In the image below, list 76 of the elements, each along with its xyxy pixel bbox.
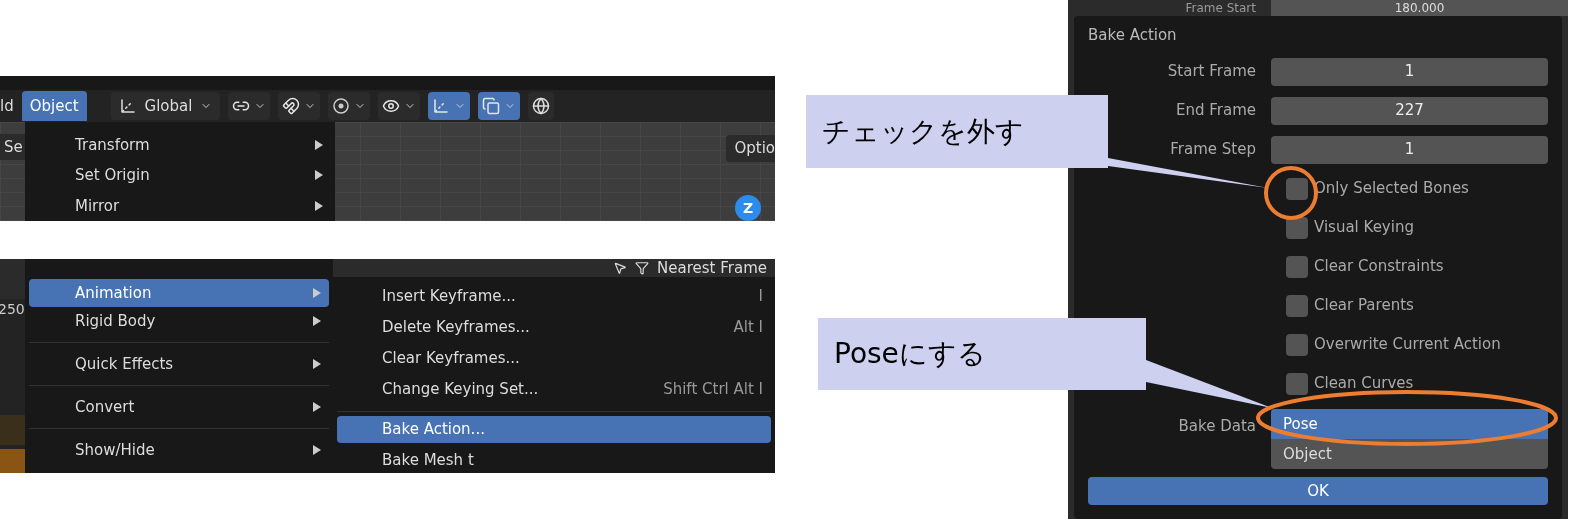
- toolbar-button[interactable]: [528, 92, 555, 120]
- axes-icon: [432, 97, 451, 115]
- checkbox-label: Visual Keying: [1314, 217, 1414, 239]
- checkbox-label: Clear Constraints: [1314, 256, 1444, 278]
- menu-label: ld: [0, 95, 14, 117]
- shortcut-label: Shift Ctrl Alt I: [663, 379, 763, 401]
- menu-item[interactable]: Clear Keyframes...: [337, 345, 771, 372]
- checkbox[interactable]: [1286, 177, 1308, 200]
- options-button[interactable]: Optio: [726, 135, 775, 162]
- field-label: End Frame: [1175, 100, 1257, 122]
- callout-text: チェックを外す: [822, 113, 1024, 150]
- toolbar-toggle[interactable]: [278, 92, 321, 120]
- number-field[interactable]: 1: [1271, 135, 1548, 164]
- menu-item[interactable]: Convert: [29, 393, 329, 421]
- checkbox[interactable]: [1286, 372, 1308, 395]
- z-axis-gizmo: Z: [735, 195, 761, 221]
- filter-icon[interactable]: [635, 261, 650, 275]
- field-label: Start Frame: [1166, 61, 1257, 83]
- shortcut-label: Alt I: [733, 317, 763, 339]
- toolbar-toggle[interactable]: [478, 92, 521, 120]
- toolbar-toggle[interactable]: [428, 92, 471, 120]
- callout-text: Poseにする: [834, 336, 986, 372]
- menu-item[interactable]: Quick Effects: [29, 350, 329, 378]
- menu-item[interactable]: Set Origin: [25, 160, 335, 191]
- menu-item[interactable]: Bake Action...: [337, 416, 771, 443]
- shortcut-label: I: [758, 286, 763, 308]
- number-field[interactable]: 227: [1271, 96, 1548, 125]
- layers-icon: [482, 97, 501, 115]
- toolbar-toggle[interactable]: [378, 92, 421, 120]
- keyframe-strip: [0, 449, 25, 473]
- keyframe-strip: [0, 415, 25, 445]
- target-icon: [332, 97, 351, 115]
- checkbox[interactable]: [1286, 255, 1308, 278]
- highlight-circle: [1264, 166, 1318, 220]
- axes-icon: [118, 97, 137, 115]
- menu-item[interactable]: Change Keying Set... Shift Ctrl Alt I: [337, 376, 771, 403]
- checkbox[interactable]: [1286, 294, 1308, 317]
- checkbox-label: Clear Parents: [1314, 295, 1414, 317]
- globe-icon: [532, 97, 551, 115]
- magnet-icon: [282, 97, 301, 115]
- menu-item[interactable]: Show/Hide: [29, 436, 329, 464]
- menu-item[interactable]: Mirror: [25, 190, 335, 221]
- object-menu-button[interactable]: Object: [21, 91, 87, 121]
- checkbox[interactable]: [1286, 333, 1308, 356]
- submenu-arrow-icon: [313, 445, 321, 455]
- submenu-arrow-icon: [315, 140, 323, 151]
- option-item[interactable]: Object: [1271, 439, 1548, 469]
- field-label: Bake Data: [1177, 416, 1257, 437]
- menu-item[interactable]: Delete Keyframes... Alt I: [337, 314, 771, 341]
- value-field[interactable]: 180.000: [1271, 0, 1568, 16]
- submenu-arrow-icon: [313, 359, 321, 369]
- menu-item[interactable]: Bake Mesh t: [337, 447, 771, 473]
- menu-item[interactable]: Insert Keyframe... I: [337, 283, 771, 310]
- orientation-dropdown[interactable]: Global: [110, 92, 221, 120]
- eye-icon: [382, 97, 401, 115]
- checkbox-label: Clean Curves: [1314, 373, 1414, 395]
- select-button[interactable]: Se: [0, 134, 27, 160]
- checkbox-label: Overwrite Current Action: [1314, 334, 1501, 356]
- submenu-arrow-icon: [313, 402, 321, 412]
- toolbar-toggle[interactable]: [228, 92, 271, 120]
- menu-item[interactable]: Animation: [29, 279, 329, 307]
- submenu-arrow-icon: [315, 170, 323, 181]
- toolbar-toggle[interactable]: [328, 92, 371, 120]
- cursor-icon[interactable]: [613, 261, 628, 275]
- snap-mode-label: Nearest Frame: [657, 259, 767, 279]
- submenu-arrow-icon: [315, 200, 323, 211]
- option-item[interactable]: Pose: [1271, 409, 1548, 439]
- number-field[interactable]: 1: [1271, 57, 1548, 86]
- dialog-title: Bake Action: [1088, 25, 1178, 46]
- menu-item[interactable]: Transform: [25, 130, 335, 161]
- submenu-arrow-icon: [313, 316, 321, 326]
- ok-button[interactable]: OK: [1088, 477, 1548, 505]
- field-label: Frame Step: [1169, 139, 1257, 161]
- field-label: Frame Start: [1184, 0, 1257, 16]
- menu-item[interactable]: Rigid Body: [29, 307, 329, 335]
- submenu-arrow-icon: [313, 288, 321, 298]
